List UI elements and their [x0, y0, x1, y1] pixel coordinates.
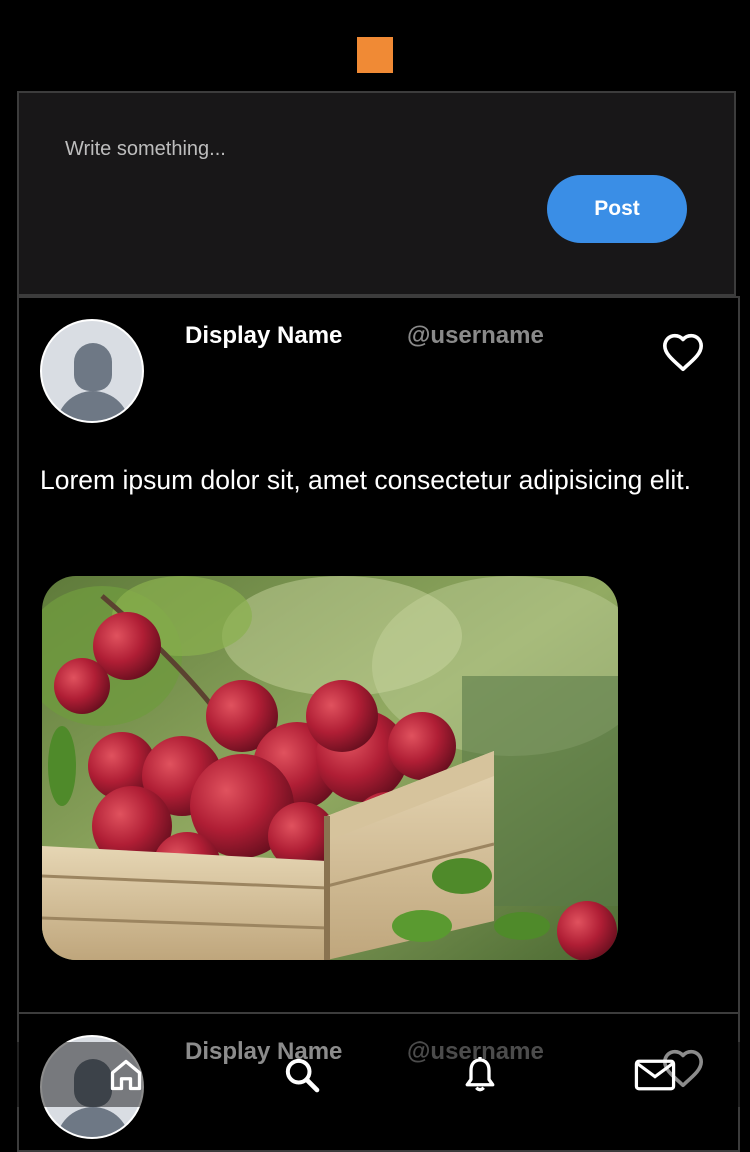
mail-icon[interactable] [630, 1050, 680, 1100]
avatar-body-shape [56, 391, 130, 421]
compose-input[interactable] [63, 137, 487, 162]
heart-icon[interactable] [661, 332, 705, 372]
avatar[interactable] [40, 319, 144, 423]
feed-post: Display Name @username Lorem ipsum dolor… [17, 296, 740, 1014]
display-name[interactable]: Display Name [185, 322, 342, 350]
post-text: Lorem ipsum dolor sit, amet consectetur … [40, 465, 692, 495]
search-icon[interactable] [277, 1050, 327, 1100]
compose-box: Post [17, 91, 736, 296]
avatar-head-shape [74, 343, 112, 391]
post-button[interactable]: Post [547, 175, 687, 243]
app-logo[interactable] [357, 37, 393, 73]
bottom-nav [0, 1042, 750, 1107]
bell-icon[interactable] [455, 1050, 505, 1100]
username[interactable]: @username [407, 322, 544, 350]
avatar-body-shape [56, 1107, 130, 1137]
post-image[interactable] [42, 576, 618, 960]
home-icon[interactable] [101, 1050, 151, 1100]
